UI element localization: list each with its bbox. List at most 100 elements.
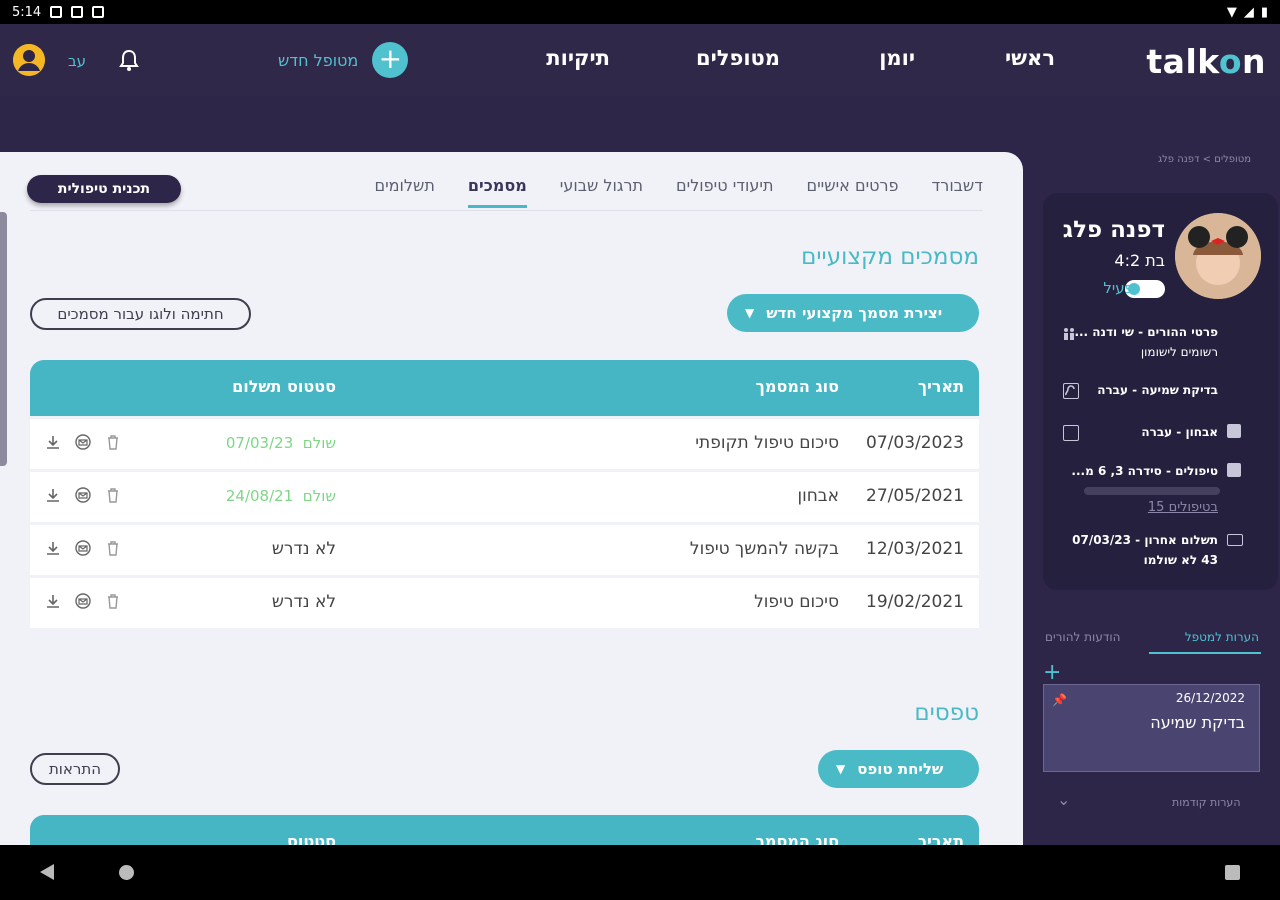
- patient-name: דפנה פלג: [1062, 217, 1165, 243]
- talkon-logo[interactable]: talkon: [1146, 42, 1266, 81]
- download-icon[interactable]: [44, 539, 62, 557]
- trash-icon[interactable]: [104, 539, 122, 557]
- treatments-series[interactable]: טיפולים - סידרה 3, 6 מ...: [1071, 464, 1218, 478]
- nav-folders[interactable]: תיקיות: [546, 46, 610, 70]
- row-type: סיכום טיפול: [754, 592, 839, 612]
- mail-icon[interactable]: [74, 486, 92, 504]
- row-status: שולם 07/03/23: [225, 434, 336, 452]
- scrollbar[interactable]: [0, 212, 7, 466]
- card-icon: [1227, 534, 1243, 546]
- row-date: 07/03/2023: [866, 433, 964, 453]
- previous-notes-label[interactable]: הערות קודמות: [1172, 796, 1241, 809]
- create-document-label: יצירת מסמך מקצועי חדש: [766, 304, 943, 322]
- user-avatar-icon[interactable]: [13, 44, 45, 76]
- patient-tabs: דשבורד פרטים אישיים תיעודי טיפולים תרגול…: [374, 176, 983, 208]
- trash-icon[interactable]: [104, 433, 122, 451]
- android-status-bar: 5:14 ▼ ◢ ▮: [0, 0, 1280, 24]
- download-icon[interactable]: [44, 486, 62, 504]
- treatments-count-link[interactable]: 15 בטיפולים: [1148, 500, 1218, 515]
- alerts-button[interactable]: התראות: [30, 753, 120, 785]
- mail-icon[interactable]: [74, 592, 92, 610]
- new-patient-button[interactable]: מטופל חדש +: [278, 42, 409, 78]
- new-patient-label: מטופל חדש: [278, 50, 359, 70]
- col-status: סטטוס תשלום: [232, 377, 336, 396]
- documents-table: תאריך סוג המסמך סטטוס תשלום 07/03/2023 ס…: [30, 360, 979, 628]
- notification-icon: [92, 6, 105, 18]
- table-row[interactable]: 27/05/2021 אבחון שולם 24/08/21: [30, 472, 979, 522]
- calendar-icon[interactable]: [1063, 383, 1079, 399]
- recent-apps-icon[interactable]: [1225, 865, 1240, 880]
- add-note-icon[interactable]: +: [1043, 660, 1061, 685]
- calendar-icon[interactable]: [1063, 425, 1079, 441]
- col-type: סוג המסמך: [755, 832, 839, 845]
- row-type: סיכום טיפול תקופתי: [695, 433, 839, 453]
- signature-logo-button[interactable]: חתימה ולוגו עבור מסמכים: [30, 298, 251, 330]
- row-date: 12/03/2021: [866, 539, 964, 559]
- parents-details[interactable]: פרטי ההורים - שי ודנה ...: [1074, 325, 1218, 339]
- nav-patients[interactable]: מטופלים: [696, 46, 780, 70]
- row-actions: [44, 486, 122, 504]
- note-card[interactable]: 📌 26/12/2022 בדיקת שמיעה: [1043, 684, 1260, 772]
- documents-title: מסמכים מקצועיים: [801, 244, 979, 270]
- col-date: תאריך: [917, 832, 964, 845]
- nav-calendar[interactable]: יומן: [879, 46, 915, 70]
- mail-icon[interactable]: [74, 433, 92, 451]
- chevron-down-icon[interactable]: ⌄: [1057, 790, 1070, 809]
- row-actions: [44, 433, 122, 451]
- tab-parent-messages[interactable]: הודעות להורים: [1045, 630, 1121, 644]
- download-icon[interactable]: [44, 592, 62, 610]
- main-content: דשבורד פרטים אישיים תיעודי טיפולים תרגול…: [0, 152, 1023, 845]
- back-icon[interactable]: [40, 864, 54, 880]
- tab-personal[interactable]: פרטים אישיים: [806, 176, 898, 208]
- send-form-button[interactable]: שליחת טופס ▼: [818, 750, 979, 788]
- unpaid-count[interactable]: 43 לא שולמו: [1144, 553, 1218, 567]
- col-status: סטטוס: [287, 832, 336, 845]
- trash-icon[interactable]: [104, 592, 122, 610]
- note-text: בדיקת שמיעה: [1150, 713, 1245, 732]
- col-type: סוג המסמך: [755, 377, 839, 396]
- row-status: לא נדרש: [271, 592, 336, 612]
- battery-icon: ▮: [1260, 4, 1268, 20]
- notification-icon: [50, 6, 63, 18]
- hearing-test[interactable]: בדיקת שמיעה - עברה: [1097, 383, 1218, 397]
- download-icon[interactable]: [44, 433, 62, 451]
- patient-photo-image: [1175, 213, 1261, 299]
- registered-app: רשומים לישומון: [1140, 345, 1218, 359]
- note-date: 26/12/2022: [1175, 691, 1245, 705]
- pin-icon[interactable]: 📌: [1052, 693, 1067, 707]
- create-document-button[interactable]: יצירת מסמך מקצועי חדש ▼: [727, 294, 979, 332]
- diagnosis-status[interactable]: אבחון - עברה: [1141, 425, 1218, 439]
- row-date: 19/02/2021: [866, 592, 964, 612]
- tab-documents[interactable]: מסמכים: [467, 176, 527, 208]
- signal-icon: ◢: [1243, 4, 1254, 20]
- trash-icon[interactable]: [104, 486, 122, 504]
- breadcrumb[interactable]: מטופלים > דפנה פלג: [1158, 154, 1251, 165]
- row-status: שולם 24/08/21: [225, 487, 336, 505]
- mail-icon[interactable]: [74, 539, 92, 557]
- row-type: אבחון: [797, 486, 839, 506]
- tab-treatments[interactable]: תיעודי טיפולים: [676, 176, 773, 208]
- folder-icon: [1227, 463, 1241, 477]
- table-row[interactable]: 12/03/2021 בקשה להמשך טיפול לא נדרש: [30, 525, 979, 575]
- chevron-down-icon: ▼: [745, 306, 755, 320]
- forms-title: טפסים: [914, 700, 979, 726]
- user-initials[interactable]: עב: [68, 52, 86, 70]
- tab-dashboard[interactable]: דשבורד: [932, 176, 983, 208]
- table-header: תאריך סוג המסמך סטטוס: [30, 815, 979, 845]
- table-row[interactable]: 07/03/2023 סיכום טיפול תקופתי שולם 07/03…: [30, 419, 979, 469]
- tab-therapist-notes[interactable]: הערות למטפל: [1149, 628, 1261, 654]
- notification-icon: [71, 6, 84, 18]
- bell-icon[interactable]: [118, 48, 140, 72]
- patient-status: פעיל: [1103, 279, 1134, 297]
- nav-home[interactable]: ראשי: [1005, 46, 1055, 70]
- treatment-plan-button[interactable]: תכנית טיפולית: [27, 175, 181, 203]
- forms-table: תאריך סוג המסמך סטטוס: [30, 815, 979, 845]
- patient-age: בת 4:2: [1114, 251, 1165, 270]
- tab-weekly-practice[interactable]: תרגול שבועי: [560, 176, 643, 208]
- home-icon[interactable]: [119, 865, 134, 880]
- table-row[interactable]: 19/02/2021 סיכום טיפול לא נדרש: [30, 578, 979, 628]
- check-icon: [1227, 424, 1241, 438]
- tab-payments[interactable]: תשלומים: [374, 176, 434, 208]
- clock: 5:14: [12, 4, 42, 20]
- last-payment[interactable]: תשלום אחרון - 07/03/23: [1072, 533, 1218, 547]
